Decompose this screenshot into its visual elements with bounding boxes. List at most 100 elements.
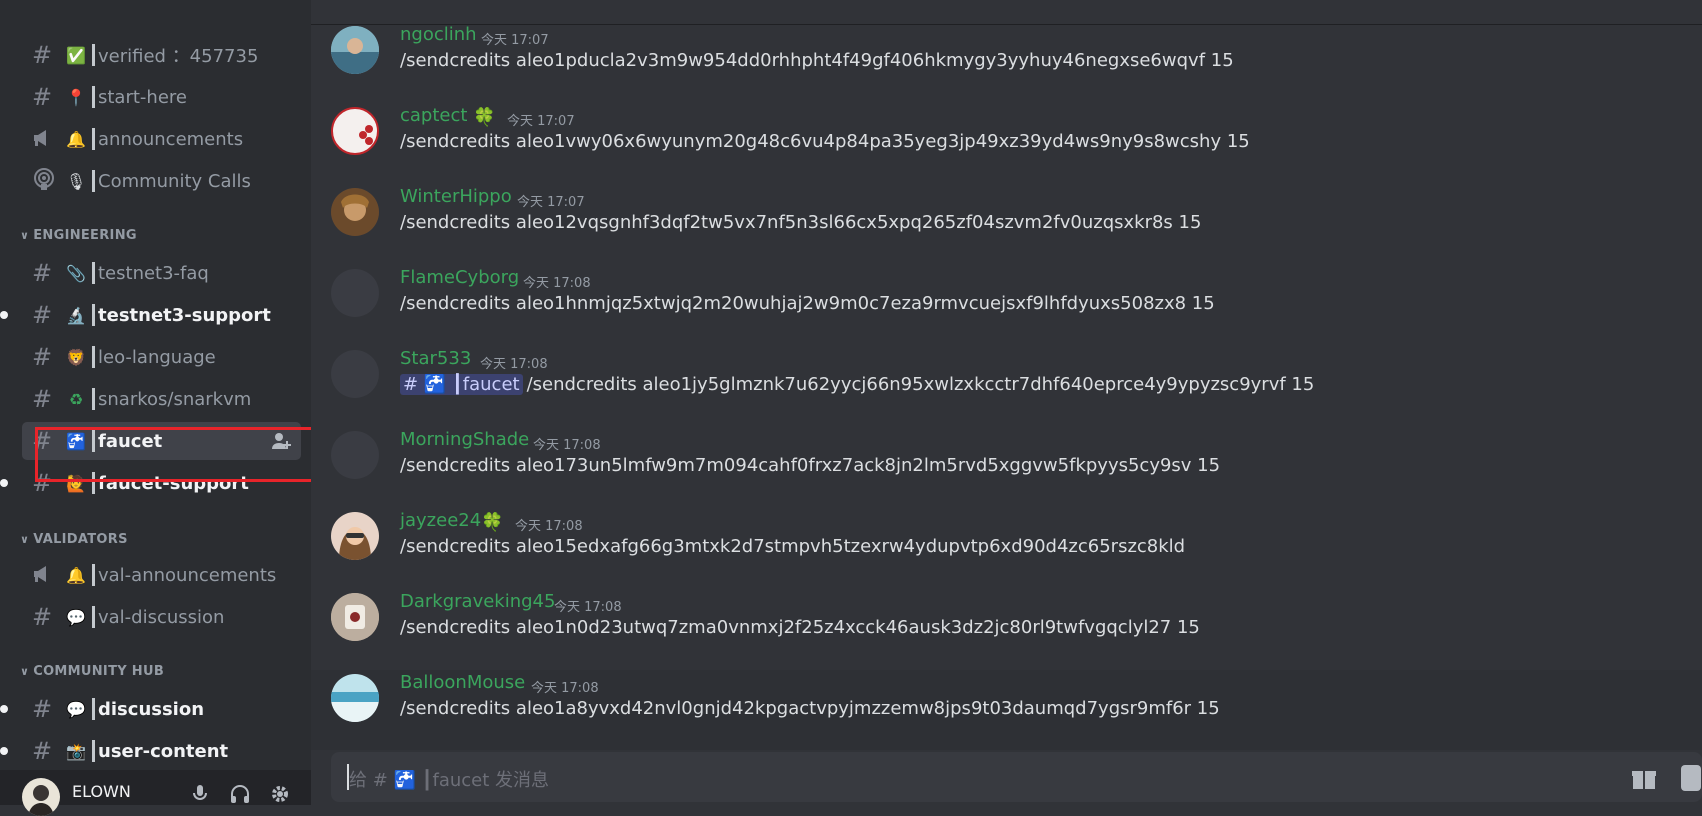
- category-engineering[interactable]: ∨ ENGINEERING: [20, 228, 137, 243]
- message: FlameCyborg 今天 17:08 /sendcredits aleo1h…: [311, 265, 1702, 345]
- message: ngoclinh 今天 17:07 /sendcredits aleo1pduc…: [311, 22, 1702, 102]
- avatar[interactable]: [331, 674, 379, 722]
- channel-testnet3-support[interactable]: # 🔬 testnet3-support: [0, 296, 301, 334]
- message-timestamp: 今天 17:08: [554, 600, 622, 615]
- avatar[interactable]: [331, 431, 379, 479]
- channel-start-here[interactable]: # 📍 start-here: [22, 78, 301, 116]
- avatar[interactable]: [331, 593, 379, 641]
- clover-badge-icon: 🍀: [481, 512, 504, 533]
- camera-emoji: 📸: [66, 741, 86, 761]
- hash-icon: #: [32, 737, 53, 765]
- message-input[interactable]: 给 # 🚰 ┃faucet 发消息: [331, 752, 1702, 802]
- hash-icon: #: [32, 83, 53, 111]
- channel-leo-language[interactable]: # 🦁 leo-language: [22, 338, 301, 376]
- channel-divider: [92, 346, 95, 368]
- message-author[interactable]: ngoclinh: [400, 24, 477, 45]
- avatar[interactable]: [331, 188, 379, 236]
- message-author[interactable]: FlameCyborg: [400, 267, 519, 288]
- gif-icon[interactable]: [1681, 765, 1701, 791]
- microscope-emoji: 🔬: [66, 305, 86, 325]
- message: BalloonMouse 今天 17:08 /sendcredits aleo1…: [311, 670, 1702, 750]
- channel-label: verified ：457735: [98, 46, 259, 67]
- hash-icon: #: [32, 301, 53, 329]
- channel-divider: [92, 170, 95, 192]
- category-community-hub[interactable]: ∨ COMMUNITY HUB: [20, 664, 164, 679]
- threads-icon[interactable]: [1351, 0, 1373, 10]
- channel-testnet3-faq[interactable]: # 📎 testnet3-faq: [22, 254, 301, 292]
- stage-icon: [32, 167, 56, 195]
- hash-icon: #: [32, 259, 53, 287]
- avatar[interactable]: [331, 107, 379, 155]
- message: jayzee24 🍀 今天 17:08 /sendcredits aleo15e…: [311, 508, 1702, 588]
- message-content: /sendcredits aleo1hnmjqz5xtwjq2m20wuhjaj…: [400, 293, 1215, 314]
- channel-label: start-here: [98, 86, 187, 108]
- channel-val-discussion[interactable]: # 💬 val-discussion: [22, 598, 301, 636]
- members-icon[interactable]: [1491, 0, 1513, 10]
- category-label: COMMUNITY HUB: [33, 664, 165, 679]
- channel-community-calls[interactable]: 🎙 Community Calls: [22, 162, 301, 200]
- message-author[interactable]: BalloonMouse: [400, 672, 525, 693]
- message-author[interactable]: MorningShade: [400, 429, 529, 450]
- bell-emoji: 🔔: [66, 129, 86, 149]
- message-timestamp: 今天 17:08: [480, 357, 548, 372]
- avatar[interactable]: [331, 512, 379, 560]
- message-author[interactable]: Darkgraveking45: [400, 591, 555, 612]
- channel-label: leo-language: [98, 346, 216, 368]
- channel-label: Community Calls: [98, 170, 251, 192]
- message-author[interactable]: jayzee24: [400, 510, 481, 531]
- unread-indicator: [0, 705, 8, 713]
- category-validators[interactable]: ∨ VALIDATORS: [20, 532, 128, 547]
- message-content: # 🚰 ┃faucet/sendcredits aleo1jy5glmznk7u…: [400, 374, 1314, 395]
- channel-val-announcements[interactable]: 🔔 val-announcements: [22, 556, 301, 594]
- avatar[interactable]: [331, 26, 379, 74]
- notification-icon[interactable]: [1391, 0, 1413, 10]
- gift-icon[interactable]: [1631, 765, 1657, 791]
- message-content: /sendcredits aleo1n0d23utwq7zma0vnmxj2f2…: [400, 617, 1200, 638]
- channel-divider: [92, 388, 95, 410]
- message-input-placeholder: 给 # 🚰 ┃faucet 发消息: [349, 770, 550, 791]
- username[interactable]: ELOWN: [72, 782, 131, 801]
- message-author[interactable]: captect: [400, 105, 467, 126]
- category-label: VALIDATORS: [33, 532, 128, 547]
- channel-divider: [92, 304, 95, 326]
- message-author[interactable]: Star533: [400, 348, 471, 369]
- message-timestamp: 今天 17:07: [481, 33, 549, 48]
- headphones-icon[interactable]: [230, 784, 250, 804]
- avatar[interactable]: [331, 269, 379, 317]
- bell-emoji: 🔔: [66, 565, 86, 585]
- channel-label: user-content: [98, 740, 229, 762]
- channel-divider: [92, 262, 95, 284]
- chevron-down-icon: ∨: [20, 533, 30, 546]
- channel-label: announcements: [98, 128, 244, 150]
- message-author[interactable]: WinterHippo: [400, 186, 512, 207]
- microphone-emoji: 🎙: [65, 171, 87, 191]
- hash-icon: #: [32, 603, 53, 631]
- message-timestamp: 今天 17:08: [531, 681, 599, 696]
- hash-icon: #: [32, 385, 53, 413]
- gear-icon[interactable]: [270, 784, 290, 804]
- channel-discussion[interactable]: # 💬 discussion: [0, 690, 301, 728]
- message-timestamp: 今天 17:08: [533, 438, 601, 453]
- message: MorningShade 今天 17:08 /sendcredits aleo1…: [311, 427, 1702, 507]
- channel-user-content[interactable]: # 📸 user-content: [0, 732, 301, 770]
- message-timestamp: 今天 17:08: [523, 276, 591, 291]
- hash-icon: #: [32, 41, 53, 69]
- pin-icon[interactable]: [1441, 0, 1463, 10]
- message-timestamp: 今天 17:08: [515, 519, 583, 534]
- chevron-down-icon: ∨: [20, 665, 30, 678]
- hash-icon: #: [32, 695, 53, 723]
- chevron-down-icon: ∨: [20, 229, 30, 242]
- message-content: /sendcredits aleo1a8yvxd42nvl0gnjd42kpga…: [400, 698, 1220, 719]
- channel-divider: [92, 86, 95, 108]
- channel-announcements[interactable]: 🔔 announcements: [22, 120, 301, 158]
- category-label: ENGINEERING: [33, 228, 137, 243]
- channel-mention[interactable]: # 🚰 ┃faucet: [400, 374, 523, 395]
- channel-label: testnet3-faq: [98, 262, 209, 284]
- message-content: /sendcredits aleo1pducla2v3m9w954dd0rhhp…: [400, 50, 1234, 71]
- channel-verified[interactable]: # ✅ verified ：457735: [22, 36, 301, 74]
- microphone-icon[interactable]: [190, 784, 210, 804]
- avatar[interactable]: [22, 778, 60, 816]
- channel-snarkos-snarkvm[interactable]: # ♻ snarkos∕snarkvm: [22, 380, 301, 418]
- avatar[interactable]: [331, 350, 379, 398]
- recycle-emoji: ♻: [68, 389, 84, 409]
